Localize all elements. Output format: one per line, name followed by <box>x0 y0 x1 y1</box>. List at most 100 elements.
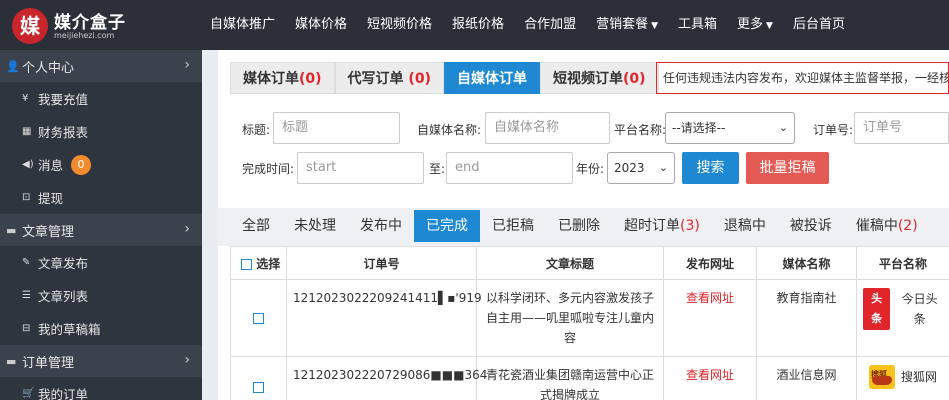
order-no-input[interactable]: 订单号 <box>854 112 949 144</box>
tab-deleted[interactable]: 已删除 <box>546 210 612 242</box>
tab-count: (3) <box>680 218 700 234</box>
sidebar-item-messages[interactable]: ◀) 消息 0 <box>0 148 202 181</box>
nav-label: 更多 <box>737 17 764 32</box>
column-header: 文章标题 <box>476 246 664 280</box>
tab-count: (0) <box>622 71 646 87</box>
publish-url-cell: 查看网址 <box>663 279 757 357</box>
end-date-input[interactable]: end <box>446 152 573 184</box>
withdraw-icon: ⊡ <box>22 192 31 203</box>
platform-select[interactable]: --请选择-- ⌄ <box>665 112 795 144</box>
start-date-input[interactable]: start <box>297 152 424 184</box>
sidebar-group-label: 个人中心 <box>22 60 75 76</box>
sidebar-item-publish[interactable]: ✎ 文章发布 <box>0 246 202 279</box>
sidebar-group-articles[interactable]: ▬ 文章管理 › <box>0 214 202 246</box>
platform-cell: 头条 今日头条 <box>856 279 949 357</box>
platform-select-value: --请选择-- <box>672 121 726 135</box>
nav-item-partner[interactable]: 合作加盟 <box>514 0 586 50</box>
sidebar-item-withdraw[interactable]: ⊡ 提现 <box>0 181 202 214</box>
media-name-input[interactable]: 自媒体名称 <box>485 112 610 144</box>
nav-item-more[interactable]: 更多 ▼ <box>727 0 783 50</box>
batch-reject-button[interactable]: 批量拒稿 <box>746 152 829 184</box>
platform-name: 今日头条 <box>901 292 938 326</box>
list-icon: ☰ <box>22 290 31 301</box>
column-header: 选择 <box>256 256 281 271</box>
sidebar-item-my-orders[interactable]: 🛒 我的订单 <box>0 377 202 400</box>
logo-domain: meijiehezi.com <box>54 31 115 40</box>
column-header: 订单号 <box>286 246 477 280</box>
nav-item-packages[interactable]: 营销套餐 ▼ <box>586 0 668 50</box>
sidebar-item-finance[interactable]: ▦ 财务报表 <box>0 115 202 148</box>
nav-label: 报纸价格 <box>452 17 505 32</box>
cart-icon: 🛒 <box>22 388 35 399</box>
nav-label: 合作加盟 <box>524 17 577 32</box>
tab-label: 未处理 <box>294 218 336 234</box>
nav-item-video-price[interactable]: 短视频价格 <box>357 0 442 50</box>
main-nav: 自媒体推广 媒体价格 短视频价格 报纸价格 合作加盟 营销套餐 ▼ 工具箱 更多 ▼… <box>200 0 855 50</box>
volume-icon: ◀) <box>22 159 34 170</box>
tab-all[interactable]: 全部 <box>230 210 282 242</box>
tab-writing-orders[interactable]: 代写订单 (0) <box>334 62 444 94</box>
sidebar-item-label: 我的订单 <box>38 387 89 400</box>
tab-label: 代写订单 <box>347 71 404 87</box>
orders-table: 选择 订单号 文章标题 发布网址 媒体名称 平台名称 1212023022209… <box>230 246 949 400</box>
tab-completed[interactable]: 已完成 <box>414 210 480 242</box>
nav-item-promo[interactable]: 自媒体推广 <box>200 0 285 50</box>
select-all-header[interactable]: 选择 <box>230 246 287 280</box>
sidebar-item-label: 财务报表 <box>38 125 89 140</box>
sidebar: 👤 个人中心 › ¥ 我要充值 ▦ 财务报表 ◀) 消息 0 ⊡ 提现 ▬ 文章… <box>0 50 202 400</box>
publish-url-cell: 查看网址 <box>663 356 757 400</box>
sidebar-group-personal[interactable]: 👤 个人中心 › <box>0 50 202 82</box>
nav-label: 短视频价格 <box>367 17 433 32</box>
row-checkbox[interactable] <box>253 381 264 393</box>
select-all-checkbox[interactable] <box>241 258 252 270</box>
table-icon: ▦ <box>22 126 32 137</box>
row-checkbox[interactable] <box>253 313 264 324</box>
tab-unprocessed[interactable]: 未处理 <box>282 210 348 242</box>
site-logo[interactable]: 媒 媒介盒子 meijiehezi.com <box>12 6 202 46</box>
title-input[interactable]: 标题 <box>273 112 400 144</box>
view-url-link[interactable]: 查看网址 <box>686 368 734 382</box>
tab-label: 已拒稿 <box>492 218 534 234</box>
chevron-down-icon: ⌄ <box>778 121 788 134</box>
tab-label: 退稿中 <box>723 218 766 234</box>
sidebar-group-orders[interactable]: ▬ 订单管理 › <box>0 345 202 377</box>
search-button[interactable]: 搜索 <box>682 152 739 184</box>
title-label: 标题: <box>242 123 271 137</box>
tab-video-orders[interactable]: 短视频订单(0) <box>539 62 659 94</box>
nav-item-media-price[interactable]: 媒体价格 <box>285 0 357 50</box>
to-label: 至: <box>429 162 446 176</box>
table-row: 1212023022209241411▌▪'919 以科学闭环、多元内容激发孩子… <box>230 279 949 357</box>
tab-count: (2) <box>897 218 918 234</box>
tab-count: (0) <box>299 71 322 87</box>
tab-timeout[interactable]: 超时订单(3) <box>612 210 712 242</box>
order-no-cell: 121202302220729086■■■364 <box>286 356 487 400</box>
tab-publishing[interactable]: 发布中 <box>348 210 414 242</box>
order-no-cell: 1212023022209241411▌▪'919 <box>286 279 482 357</box>
order-type-tabs: 媒体订单(0) 代写订单 (0) 自媒体订单 短视频订单(0) <box>230 62 659 94</box>
sidebar-item-label: 我的草稿箱 <box>38 322 101 337</box>
sidebar-group-label: 订单管理 <box>22 355 75 371</box>
tab-complained[interactable]: 被投诉 <box>778 210 844 242</box>
tab-self-media-orders[interactable]: 自媒体订单 <box>443 62 540 94</box>
tab-media-orders[interactable]: 媒体订单(0) <box>230 62 335 94</box>
folder-icon: ▬ <box>6 354 17 368</box>
tab-urging[interactable]: 催稿中(2) <box>844 210 930 242</box>
tab-label: 全部 <box>242 218 270 234</box>
view-url-link[interactable]: 查看网址 <box>686 291 734 305</box>
sidebar-item-drafts[interactable]: ⊟ 我的草稿箱 <box>0 312 202 345</box>
platform-label: 平台名称: <box>614 123 667 137</box>
tab-rejected[interactable]: 已拒稿 <box>480 210 546 242</box>
tab-label: 发布中 <box>360 218 402 234</box>
nav-item-toolbox[interactable]: 工具箱 <box>668 0 727 50</box>
tab-label: 已完成 <box>426 218 468 234</box>
tab-label: 媒体订单 <box>243 71 299 87</box>
year-select[interactable]: 2023 ⌄ <box>607 152 675 184</box>
sohu-icon: 搜狐 <box>868 365 895 389</box>
tab-returning[interactable]: 退稿中 <box>712 210 778 242</box>
sidebar-item-recharge[interactable]: ¥ 我要充值 <box>0 82 202 115</box>
sidebar-item-label: 消息 <box>38 158 64 173</box>
nav-item-dashboard[interactable]: 后台首页 <box>783 0 855 50</box>
year-label: 年份: <box>576 162 605 176</box>
sidebar-item-article-list[interactable]: ☰ 文章列表 <box>0 279 202 312</box>
nav-item-newspaper-price[interactable]: 报纸价格 <box>442 0 514 50</box>
